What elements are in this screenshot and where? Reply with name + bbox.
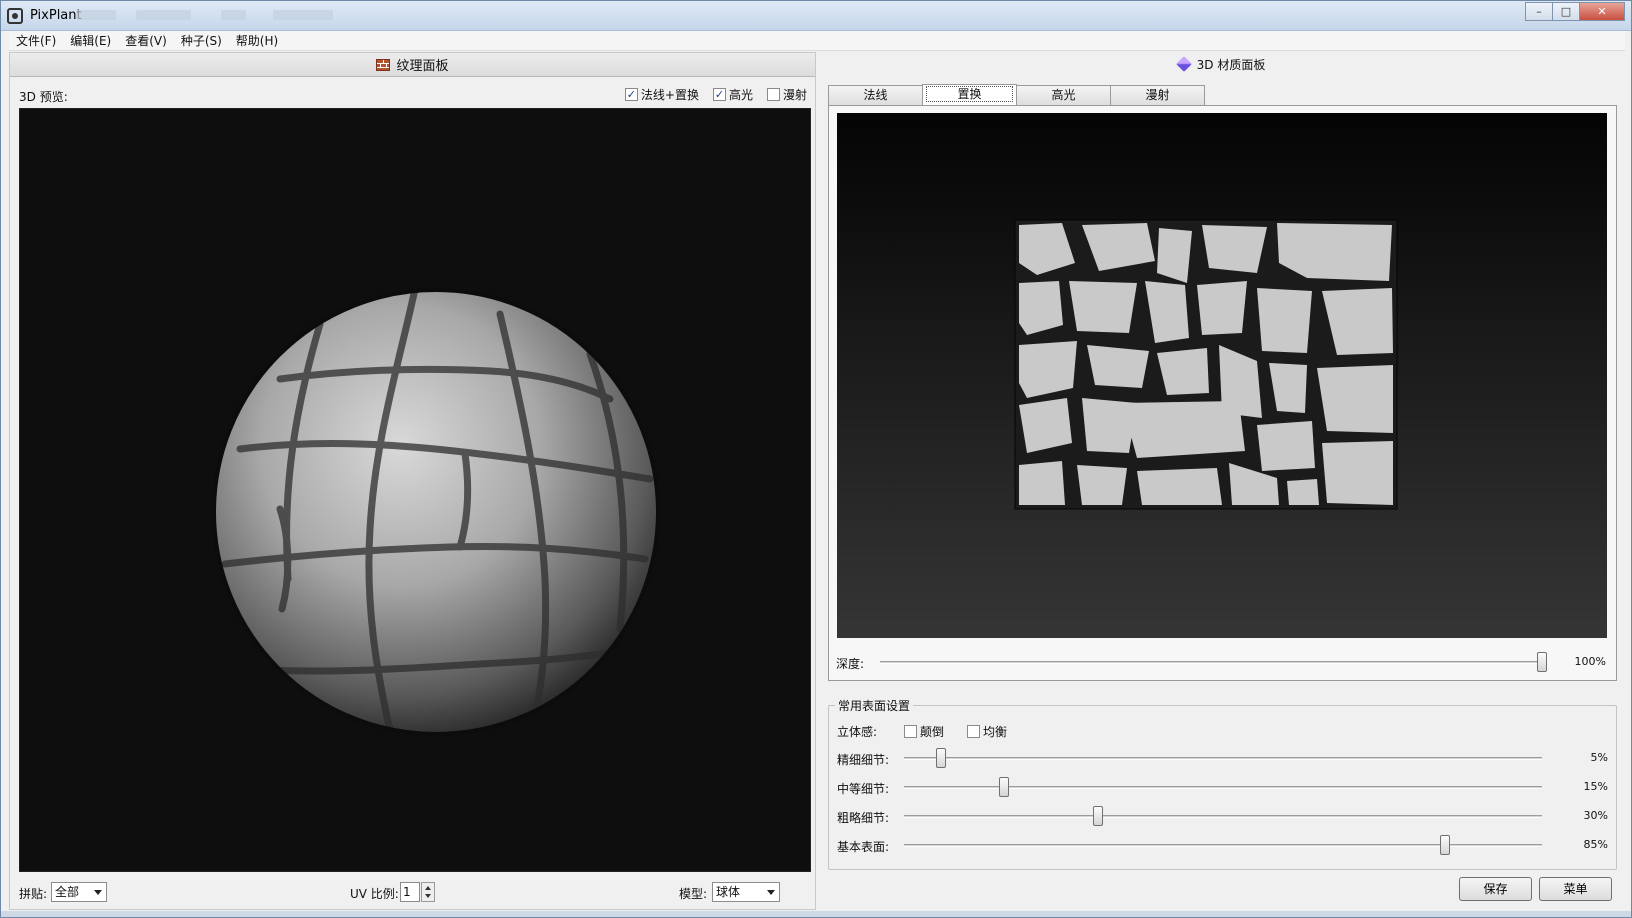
preview-label: 3D 预览: bbox=[19, 90, 68, 104]
base-surface-value: 85% bbox=[1583, 838, 1608, 851]
title-bar[interactable]: PixPlant – □ ✕ bbox=[1, 1, 1631, 31]
uv-scale-input[interactable]: 1 bbox=[400, 882, 420, 902]
coarse-detail-label: 粗略细节: bbox=[837, 811, 890, 825]
texture-panel-header[interactable]: 纹理面板 bbox=[10, 53, 815, 77]
depth-slider-thumb[interactable] bbox=[1537, 652, 1547, 672]
checkbox-label: 法线+置换 bbox=[640, 88, 699, 102]
depth-slider-track[interactable] bbox=[880, 661, 1542, 664]
checkbox-label: 颠倒 bbox=[920, 725, 945, 739]
displacement-map-view[interactable] bbox=[837, 113, 1607, 638]
uv-scale-stepper[interactable] bbox=[421, 882, 435, 902]
coarse-detail-value: 30% bbox=[1583, 809, 1608, 822]
window-controls: – □ ✕ bbox=[1525, 2, 1625, 21]
texture-panel: 纹理面板 3D 预览: ✓ 法线+置换 ✓ 高光 漫射 拼贴: 全部 UV 比例… bbox=[9, 52, 816, 910]
checkbox-label: 高光 bbox=[728, 88, 753, 102]
medium-detail-row: 中等细节: 15% bbox=[829, 777, 1616, 799]
menu-seed[interactable]: 种子(S) bbox=[174, 32, 229, 49]
specular-checkbox[interactable]: ✓ 高光 bbox=[712, 86, 753, 103]
chevron-down-icon bbox=[767, 890, 775, 895]
maximize-button[interactable]: □ bbox=[1552, 2, 1579, 21]
coarse-detail-slider-thumb[interactable] bbox=[1093, 806, 1103, 826]
checkbox-label: 均衡 bbox=[983, 725, 1008, 739]
window-title: PixPlant bbox=[30, 8, 82, 23]
depth-value: 100% bbox=[1574, 655, 1606, 668]
checkbox-unchecked-icon bbox=[967, 725, 980, 738]
title-blur-block bbox=[221, 10, 246, 20]
menu-help[interactable]: 帮助(H) bbox=[229, 32, 285, 49]
title-blur-block bbox=[76, 10, 116, 20]
stepper-down-icon bbox=[425, 894, 431, 898]
save-button[interactable]: 保存 bbox=[1459, 877, 1532, 901]
invert-checkbox[interactable]: 颠倒 bbox=[904, 723, 944, 740]
3d-preview-viewport[interactable] bbox=[19, 108, 811, 872]
title-blur-block bbox=[273, 10, 333, 20]
close-button[interactable]: ✕ bbox=[1579, 2, 1625, 21]
tile-label: 拼贴: bbox=[19, 887, 48, 901]
fine-detail-row: 精细细节: 5% bbox=[829, 748, 1616, 770]
stone-sphere-render bbox=[212, 288, 660, 736]
depth-label: 深度: bbox=[836, 657, 865, 671]
uv-scale-label: UV 比例: bbox=[350, 887, 399, 901]
coarse-detail-row: 粗略细节: 30% bbox=[829, 806, 1616, 828]
base-surface-row: 基本表面: 85% bbox=[829, 835, 1616, 857]
tab-displacement[interactable]: 置换 bbox=[922, 84, 1017, 105]
displacement-map-image bbox=[1014, 219, 1398, 510]
tile-value: 全部 bbox=[55, 885, 80, 899]
surface-settings-group: 常用表面设置 立体感: 颠倒 均衡 精细细节: 5% 中等细节: 15% 粗略细… bbox=[828, 697, 1617, 870]
medium-detail-value: 15% bbox=[1583, 780, 1608, 793]
equalize-checkbox[interactable]: 均衡 bbox=[967, 723, 1007, 740]
menu-button[interactable]: 菜单 bbox=[1539, 877, 1612, 901]
coarse-detail-slider-track[interactable] bbox=[904, 815, 1542, 818]
fine-detail-slider-track[interactable] bbox=[904, 757, 1542, 760]
material-panel: 3D 材质面板 法线 置换 高光 漫射 深度: 100% 常用表面设置 立体感:… bbox=[817, 52, 1625, 910]
title-blur-block bbox=[136, 10, 191, 20]
minimize-button[interactable]: – bbox=[1525, 2, 1552, 21]
base-surface-label: 基本表面: bbox=[837, 840, 890, 854]
menu-edit[interactable]: 编辑(E) bbox=[63, 32, 118, 49]
menu-bar: 文件(F) 编辑(E) 查看(V) 种子(S) 帮助(H) bbox=[9, 31, 1625, 51]
fine-detail-value: 5% bbox=[1590, 751, 1608, 764]
displacement-tab-content: 深度: 100% bbox=[828, 105, 1617, 681]
checkbox-unchecked-icon bbox=[904, 725, 917, 738]
tab-diffuse[interactable]: 漫射 bbox=[1110, 85, 1205, 105]
app-window: PixPlant – □ ✕ 文件(F) 编辑(E) 查看(V) 种子(S) 帮… bbox=[0, 0, 1632, 918]
preview-options: ✓ 法线+置换 ✓ 高光 漫射 bbox=[624, 86, 807, 103]
app-logo-icon bbox=[7, 8, 23, 24]
relief-label: 立体感: bbox=[837, 725, 878, 739]
medium-detail-slider-thumb[interactable] bbox=[998, 777, 1009, 797]
checkbox-label: 漫射 bbox=[782, 88, 807, 102]
cube-icon bbox=[1175, 56, 1192, 72]
tab-specular[interactable]: 高光 bbox=[1016, 85, 1111, 105]
brick-icon bbox=[376, 58, 391, 71]
preview-settings-bar: 拼贴: 全部 UV 比例: 1 模型: 球体 bbox=[19, 881, 811, 905]
checkbox-checked-icon: ✓ bbox=[712, 88, 726, 101]
surface-settings-title: 常用表面设置 bbox=[835, 697, 914, 714]
texture-panel-title: 纹理面板 bbox=[396, 59, 449, 74]
fine-detail-label: 精细细节: bbox=[837, 753, 890, 767]
checkbox-checked-icon: ✓ bbox=[624, 88, 638, 101]
relief-row: 立体感: 颠倒 均衡 bbox=[829, 720, 1616, 742]
fine-detail-slider-thumb[interactable] bbox=[935, 748, 946, 768]
chevron-down-icon bbox=[94, 890, 102, 895]
depth-slider-row: 深度: 100% bbox=[836, 652, 1606, 672]
base-surface-slider-thumb[interactable] bbox=[1439, 835, 1450, 855]
menu-file[interactable]: 文件(F) bbox=[9, 32, 63, 49]
tab-label: 置换 bbox=[926, 86, 1013, 102]
medium-detail-label: 中等细节: bbox=[837, 782, 890, 796]
diffuse-checkbox[interactable]: 漫射 bbox=[766, 86, 807, 103]
material-panel-title: 3D 材质面板 bbox=[1196, 57, 1266, 72]
menu-view[interactable]: 查看(V) bbox=[118, 32, 174, 49]
material-tabs: 法线 置换 高光 漫射 bbox=[828, 84, 1205, 105]
stepper-up-icon bbox=[425, 886, 431, 890]
model-value: 球体 bbox=[716, 885, 741, 899]
normal-displacement-checkbox[interactable]: ✓ 法线+置换 bbox=[624, 86, 699, 103]
model-label: 模型: bbox=[679, 887, 708, 901]
status-bar bbox=[1, 911, 1631, 917]
tile-dropdown[interactable]: 全部 bbox=[51, 882, 107, 902]
checkbox-unchecked-icon bbox=[766, 88, 780, 101]
model-dropdown[interactable]: 球体 bbox=[712, 882, 780, 902]
tab-normal[interactable]: 法线 bbox=[828, 85, 923, 105]
material-panel-header[interactable]: 3D 材质面板 bbox=[817, 52, 1625, 76]
